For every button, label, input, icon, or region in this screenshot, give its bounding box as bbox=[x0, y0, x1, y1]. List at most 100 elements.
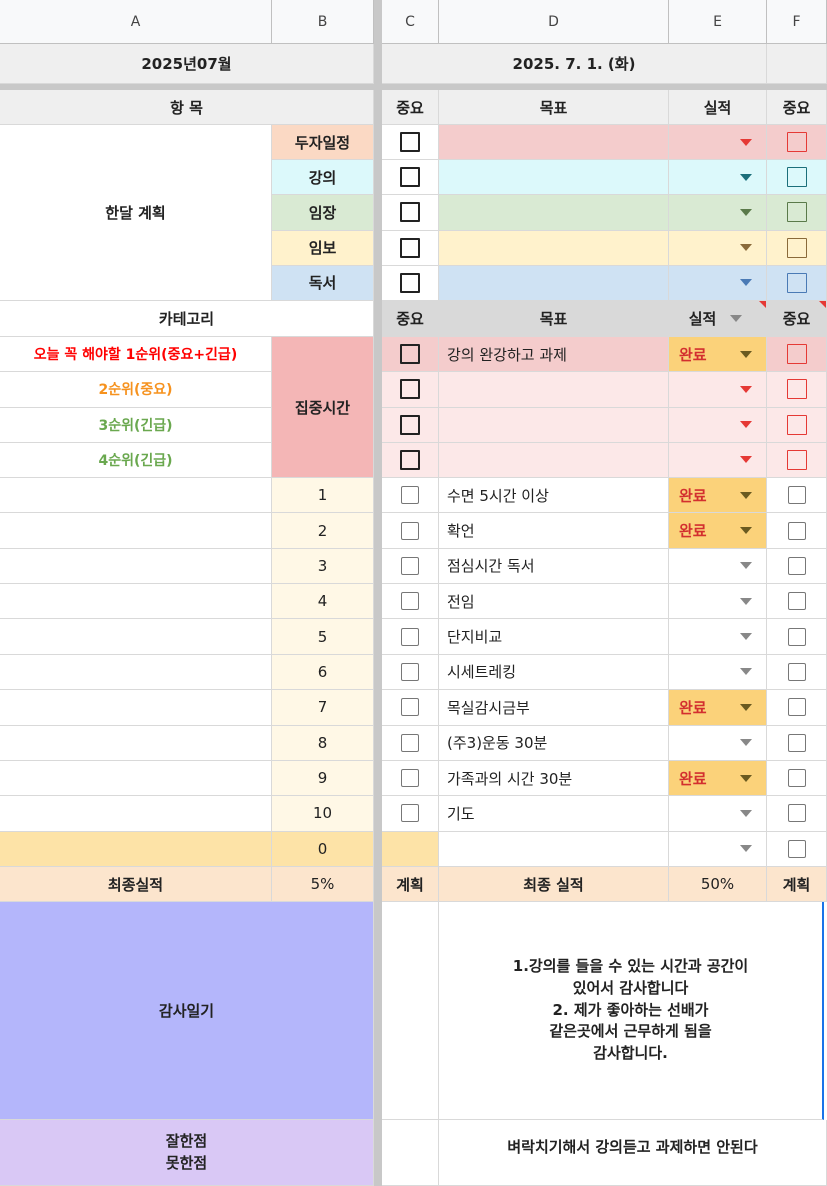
result-dropdown[interactable] bbox=[669, 407, 767, 443]
important-checkbox-cell[interactable] bbox=[767, 265, 827, 301]
important-checkbox-cell[interactable] bbox=[767, 372, 827, 408]
checkbox-icon[interactable] bbox=[786, 237, 807, 258]
important-checkbox-cell[interactable] bbox=[767, 831, 827, 867]
checkbox-icon[interactable] bbox=[401, 698, 419, 717]
priority-label[interactable]: 오늘 꼭 해야할 1순위(중요+긴급) bbox=[0, 337, 272, 373]
result-dropdown[interactable]: 완료 bbox=[669, 760, 767, 797]
monthly-category[interactable]: 두자일정 bbox=[272, 125, 374, 161]
checkbox-icon[interactable] bbox=[786, 272, 807, 293]
result-dropdown[interactable] bbox=[669, 796, 767, 832]
result-dropdown[interactable]: 완료 bbox=[669, 513, 767, 549]
dropdown-arrow-icon[interactable] bbox=[740, 527, 752, 535]
checkbox-icon[interactable] bbox=[401, 733, 419, 752]
checkbox-icon[interactable] bbox=[787, 521, 806, 540]
month-cell[interactable]: 2025년07월 bbox=[0, 44, 374, 84]
result-dropdown[interactable] bbox=[669, 619, 767, 655]
checkbox-icon[interactable] bbox=[400, 449, 420, 470]
checkbox-icon[interactable] bbox=[400, 202, 420, 223]
priority-label[interactable]: 3순위(긴급) bbox=[0, 407, 272, 443]
dropdown-arrow-icon[interactable] bbox=[740, 173, 752, 181]
goal-cell[interactable] bbox=[439, 160, 669, 196]
result-dropdown[interactable] bbox=[669, 654, 767, 691]
monthly-category[interactable]: 임보 bbox=[272, 230, 374, 266]
task-number[interactable]: 9 bbox=[272, 760, 374, 797]
focus-time-label[interactable]: 집중시간 bbox=[272, 337, 374, 478]
checkbox-icon[interactable] bbox=[401, 804, 419, 823]
important-checkbox-cell[interactable] bbox=[767, 690, 827, 726]
dropdown-arrow-icon[interactable] bbox=[740, 208, 752, 216]
result-dropdown[interactable]: 완료 bbox=[669, 337, 767, 373]
plan-label[interactable]: 계획 bbox=[382, 867, 439, 902]
task-empty-cell[interactable] bbox=[0, 831, 272, 867]
important-checkbox-cell[interactable] bbox=[382, 478, 439, 514]
checkbox-icon[interactable] bbox=[787, 662, 806, 681]
important-checkbox-cell[interactable] bbox=[767, 584, 827, 620]
goal-cell[interactable] bbox=[439, 195, 669, 231]
task-goal[interactable]: 단지비교 bbox=[439, 619, 669, 655]
task-empty-cell[interactable] bbox=[0, 584, 272, 620]
checkbox-icon[interactable] bbox=[401, 662, 419, 681]
important-checkbox-cell[interactable] bbox=[382, 265, 439, 301]
important-header-3[interactable]: 중요 bbox=[382, 301, 439, 337]
dropdown-arrow-icon[interactable] bbox=[740, 385, 752, 393]
important-checkbox-cell[interactable] bbox=[767, 513, 827, 549]
task-empty-cell[interactable] bbox=[0, 796, 272, 832]
final-result-value-2[interactable]: 50% bbox=[669, 867, 767, 902]
dropdown-arrow-icon[interactable] bbox=[740, 774, 752, 782]
result-dropdown[interactable] bbox=[669, 725, 767, 761]
dropdown-arrow-icon[interactable] bbox=[740, 491, 752, 499]
important-checkbox-cell[interactable] bbox=[382, 760, 439, 797]
result-dropdown[interactable] bbox=[669, 584, 767, 620]
important-checkbox-cell[interactable] bbox=[382, 195, 439, 231]
result-dropdown[interactable]: 완료 bbox=[669, 690, 767, 726]
important-checkbox-cell[interactable] bbox=[382, 619, 439, 655]
important-checkbox-cell[interactable] bbox=[767, 619, 827, 655]
important-checkbox-cell[interactable] bbox=[767, 160, 827, 196]
important-header-2[interactable]: 중요 bbox=[767, 90, 827, 125]
date-cell[interactable]: 2025. 7. 1. (화) bbox=[382, 44, 767, 84]
checkbox-icon[interactable] bbox=[400, 167, 420, 188]
task-goal[interactable]: 가족과의 시간 30분 bbox=[439, 760, 669, 797]
checkbox-icon[interactable] bbox=[787, 627, 806, 646]
dropdown-arrow-icon[interactable] bbox=[740, 421, 752, 429]
checkbox-icon[interactable] bbox=[401, 521, 419, 540]
important-checkbox-cell[interactable] bbox=[382, 584, 439, 620]
dropdown-arrow-icon[interactable] bbox=[740, 597, 752, 605]
dropdown-arrow-icon[interactable] bbox=[740, 633, 752, 641]
dropdown-arrow-icon[interactable] bbox=[740, 456, 752, 464]
column-header-b[interactable]: B bbox=[272, 0, 374, 44]
dropdown-arrow-icon[interactable] bbox=[740, 809, 752, 817]
checkbox-icon[interactable] bbox=[787, 769, 806, 788]
dropdown-arrow-icon[interactable] bbox=[740, 845, 752, 853]
important-checkbox-cell[interactable] bbox=[382, 125, 439, 161]
dropdown-arrow-icon[interactable] bbox=[740, 279, 752, 287]
important-header[interactable]: 중요 bbox=[382, 90, 439, 125]
task-number[interactable]: 3 bbox=[272, 548, 374, 585]
dropdown-arrow-icon[interactable] bbox=[740, 138, 752, 146]
result-header-2[interactable]: 실적 bbox=[669, 301, 767, 337]
column-header-f[interactable]: F bbox=[767, 0, 827, 44]
task-empty-cell[interactable] bbox=[0, 760, 272, 797]
final-result-value[interactable]: 5% bbox=[272, 867, 374, 902]
task-empty-cell[interactable] bbox=[0, 619, 272, 655]
task-goal[interactable]: 기도 bbox=[439, 796, 669, 832]
item-header[interactable]: 항 목 bbox=[0, 90, 374, 125]
task-number[interactable]: 8 bbox=[272, 725, 374, 761]
checkbox-icon[interactable] bbox=[401, 556, 419, 575]
checkbox-icon[interactable] bbox=[400, 379, 420, 400]
task-number[interactable]: 7 bbox=[272, 690, 374, 726]
checkbox-icon[interactable] bbox=[787, 556, 806, 575]
checkbox-icon[interactable] bbox=[787, 592, 806, 611]
checkbox-icon[interactable] bbox=[401, 592, 419, 611]
important-checkbox-cell[interactable] bbox=[382, 513, 439, 549]
checkbox-icon[interactable] bbox=[786, 167, 807, 188]
dropdown-arrow-icon[interactable] bbox=[740, 739, 752, 747]
important-checkbox-cell[interactable] bbox=[767, 796, 827, 832]
checkbox-icon[interactable] bbox=[787, 698, 806, 717]
task-empty-cell[interactable] bbox=[0, 725, 272, 761]
task-number[interactable]: 1 bbox=[272, 478, 374, 514]
focus-goal-cell[interactable]: 강의 완강하고 과제 bbox=[439, 337, 669, 373]
goal-cell[interactable] bbox=[439, 230, 669, 266]
result-dropdown[interactable] bbox=[669, 125, 767, 161]
result-dropdown[interactable] bbox=[669, 230, 767, 266]
